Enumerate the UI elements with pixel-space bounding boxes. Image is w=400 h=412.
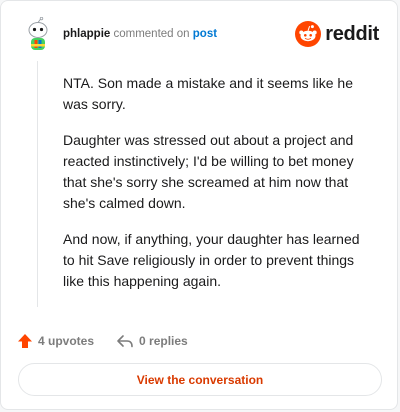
brand-name: reddit — [325, 22, 379, 45]
snoo-avatar-icon[interactable] — [20, 16, 56, 53]
comment-byline: phlappie commented on post — [63, 27, 217, 41]
comment-paragraph: Daughter was stressed out about a projec… — [63, 132, 354, 211]
reply-arrow-icon — [117, 335, 133, 348]
comment-actions: 4 upvotes 0 replies — [17, 331, 188, 351]
comment-header: phlappie commented on post reddit — [17, 15, 381, 55]
comment-paragraph: And now, if anything, your daughter has … — [63, 231, 360, 289]
replies-button[interactable]: 0 replies — [116, 333, 188, 349]
upvote-arrow-icon — [18, 334, 32, 348]
comment-paragraph: NTA. Son made a mistake and it seems lik… — [63, 75, 353, 112]
action-text: commented on — [113, 28, 190, 40]
username-link[interactable]: phlappie — [63, 28, 110, 40]
reddit-brand[interactable]: reddit — [295, 21, 379, 47]
reddit-logo-icon — [295, 21, 322, 47]
reply-count: 0 replies — [139, 334, 188, 348]
comment-body: NTA. Son made a mistake and it seems lik… — [63, 73, 363, 307]
thread-line — [37, 61, 38, 307]
upvote-count: 4 upvotes — [38, 334, 95, 348]
comment-embed-card: phlappie commented on post reddit NTA. S… — [0, 0, 398, 410]
view-conversation-button[interactable]: View the conversation — [18, 363, 382, 396]
post-link[interactable]: post — [193, 28, 217, 40]
upvote-button[interactable]: 4 upvotes — [17, 333, 94, 349]
